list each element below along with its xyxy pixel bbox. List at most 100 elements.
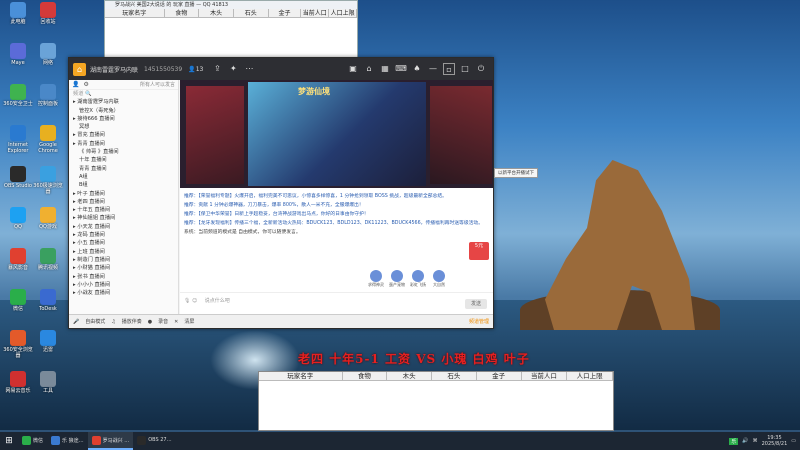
mic-icon[interactable]: 🎙 <box>184 298 190 304</box>
emoji-icon[interactable]: ☺ <box>192 298 197 304</box>
chat-input[interactable]: 说点什么吧 <box>205 298 230 304</box>
record-button[interactable]: 录音 <box>158 318 168 325</box>
channel-item[interactable]: ▸ 张书 直播间 <box>69 273 178 281</box>
top-spreadsheet-window[interactable]: 罗马战兴 美国2大说话 的 玩家 直播 — QQ 41813 玩家名字 食物 木头石… <box>104 0 358 60</box>
grid-icon[interactable]: ▦ <box>379 63 391 75</box>
column-header[interactable]: 石头 <box>432 372 477 380</box>
minimize-icon[interactable]: — <box>427 63 439 75</box>
network-icon[interactable]: ⌘ <box>753 438 758 444</box>
channel-item[interactable]: 青青 直播间 <box>69 165 178 173</box>
notification-icon[interactable]: ▭ <box>791 438 796 444</box>
maximize-icon[interactable]: □ <box>459 63 471 75</box>
start-icon[interactable]: ⊞ <box>0 432 18 450</box>
column-header[interactable]: 木头 <box>199 9 234 17</box>
column-header[interactable]: 玩家名字 <box>259 372 343 380</box>
channel-item[interactable]: ▸ 小天龙 直播间 <box>69 223 178 231</box>
sidebar-search[interactable]: 频道 🔍 <box>69 90 178 98</box>
column-header[interactable]: 金子 <box>477 372 522 380</box>
desktop-icon[interactable]: 控制面板 <box>32 84 64 107</box>
column-header[interactable]: 当前人口 <box>522 372 568 380</box>
channel-item[interactable]: ▸ 小五 直播间 <box>69 239 178 247</box>
desktop-icon[interactable]: 微信 <box>2 289 34 312</box>
desktop-icon[interactable]: 腾讯视频 <box>32 248 64 271</box>
gamepad-icon[interactable]: ⌨ <box>395 63 407 75</box>
input-bar[interactable]: 🎙 ☺ 说点什么吧 发送 <box>180 292 493 314</box>
desktop-icon[interactable]: Internet Explorer <box>2 125 34 154</box>
shirt-icon[interactable]: ♠ <box>411 63 423 75</box>
mode-label[interactable]: 自由模式 <box>85 318 105 325</box>
close-icon[interactable]: ⏻ <box>475 63 487 75</box>
desktop-icon[interactable]: 360安全浏览器 <box>2 330 34 359</box>
desktop-icon[interactable]: Google Chrome <box>32 125 64 154</box>
desktop-icon[interactable]: 360极速浏览器 <box>32 166 64 195</box>
clock[interactable]: 19:35 2025/8/21 <box>762 435 788 447</box>
more-icon[interactable]: ⋯ <box>243 63 255 75</box>
desktop-icon[interactable]: 暴风影音 <box>2 248 34 271</box>
share-icon[interactable]: ⇪ <box>211 63 223 75</box>
desktop-icon[interactable]: QQ <box>2 207 34 230</box>
channel-item[interactable]: ▸ 接待666 直播间 <box>69 115 178 123</box>
column-header[interactable]: 玩家名字 <box>105 9 165 17</box>
desktop-icon[interactable]: ToDesk <box>32 289 64 312</box>
settings-icon[interactable]: ⚙ <box>83 81 88 88</box>
taskbar-item[interactable]: 罗马战兴 … <box>87 432 134 450</box>
tray-app-icon[interactable]: 乐 <box>729 437 739 445</box>
desktop-icon[interactable]: 网络 <box>32 43 64 66</box>
column-header[interactable]: 金子 <box>269 9 302 17</box>
channel-item[interactable]: ▸ 老四 直播间 <box>69 198 178 206</box>
pin-icon[interactable]: ✦ <box>227 63 239 75</box>
desktop-icon[interactable]: 此电脑 <box>2 2 34 25</box>
resource-table-window[interactable]: 玩家名字 食物 木头 石头 金子 当前人口 人口上限 <box>258 371 614 431</box>
channel-item[interactable]: ▸ 湖南雷霆罗马内联 <box>69 98 178 106</box>
channel-item[interactable]: ▸ 青青 直播间 <box>69 140 178 148</box>
user-icon[interactable]: 👤 <box>72 81 79 88</box>
channel-item[interactable]: A组 <box>69 173 178 181</box>
channel-item[interactable]: ▸ 冒充 直播间 <box>69 131 178 139</box>
channel-item[interactable]: 《 帅哥 》直播间 <box>69 148 178 156</box>
promo-badge[interactable]: 5元 <box>469 242 489 260</box>
desktop-icon[interactable]: 工具 <box>32 371 64 394</box>
channel-item[interactable]: ▸ 神仙姐姐 直播间 <box>69 214 178 222</box>
mic-mode-icon[interactable]: 🎤 <box>73 319 79 325</box>
desktop-icon[interactable]: Maye <box>2 43 34 66</box>
restore-icon[interactable]: ▫ <box>443 63 455 75</box>
desktop-icon[interactable]: 回收站 <box>32 2 64 25</box>
column-header[interactable]: 当前人口 <box>301 9 330 17</box>
taskbar-item[interactable]: OBS 27… <box>133 432 175 450</box>
clear-icon[interactable]: ✕ <box>174 319 178 325</box>
house-icon[interactable]: ⌂ <box>363 63 375 75</box>
home-icon[interactable]: ⌂ <box>73 62 86 76</box>
gift-item[interactable]: 彩虹飞扬 <box>410 270 427 288</box>
column-header[interactable]: 食物 <box>165 9 200 17</box>
column-header[interactable]: 人口上限 <box>567 372 613 380</box>
taskbar-item[interactable]: 乐 狼途… <box>47 432 88 450</box>
channel-manage-button[interactable]: 频道管理 <box>469 318 489 325</box>
channel-item[interactable]: ▸ 龙码 直播间 <box>69 231 178 239</box>
channel-item[interactable]: ▸ 上班 直播间 <box>69 248 178 256</box>
desktop-icon[interactable]: QQ游戏 <box>32 207 64 230</box>
channel-item[interactable]: ▸ 十年五 直播间 <box>69 206 178 214</box>
channel-item[interactable]: ▸ 叶子 直播间 <box>69 190 178 198</box>
desktop-icon[interactable]: 迅雷 <box>32 330 64 353</box>
channel-item[interactable]: ▸ 小小小 直播间 <box>69 281 178 289</box>
record-icon[interactable]: ● <box>148 319 152 325</box>
taskbar-item[interactable]: 微信 <box>18 432 47 450</box>
channel-item[interactable]: 冥想 <box>69 123 178 131</box>
column-header[interactable]: 食物 <box>343 372 388 380</box>
channel-item[interactable]: 管控X（毒死兔） <box>69 107 178 115</box>
voice-app-window[interactable]: ⌂ 湖南雷霆罗马内联 1451550539 👤 13 ⇪ ✦ ⋯ ▣ ⌂ ▦ ⌨… <box>68 57 494 329</box>
accompany-button[interactable]: 播放伴奏 <box>122 318 142 325</box>
desktop-icon[interactable]: 360安全卫士 <box>2 84 34 107</box>
screen-icon[interactable]: ▣ <box>347 63 359 75</box>
channel-item[interactable]: ▸ 小财猫 直播间 <box>69 264 178 272</box>
column-header[interactable]: 木头 <box>387 372 433 380</box>
music-icon[interactable]: ♫ <box>111 319 115 325</box>
volume-icon[interactable]: 🔊 <box>742 438 748 444</box>
gift-item[interactable]: 大自然 <box>433 270 448 288</box>
channel-item[interactable]: ▸ 制造门 直播间 <box>69 256 178 264</box>
column-header[interactable]: 人口上限 <box>329 9 357 17</box>
desktop-icon[interactable]: 网易云音乐 <box>2 371 34 394</box>
channel-item[interactable]: B组 <box>69 181 178 189</box>
gift-item[interactable]: 蛋产宠物 <box>389 270 406 288</box>
column-header[interactable]: 石头 <box>234 9 269 17</box>
